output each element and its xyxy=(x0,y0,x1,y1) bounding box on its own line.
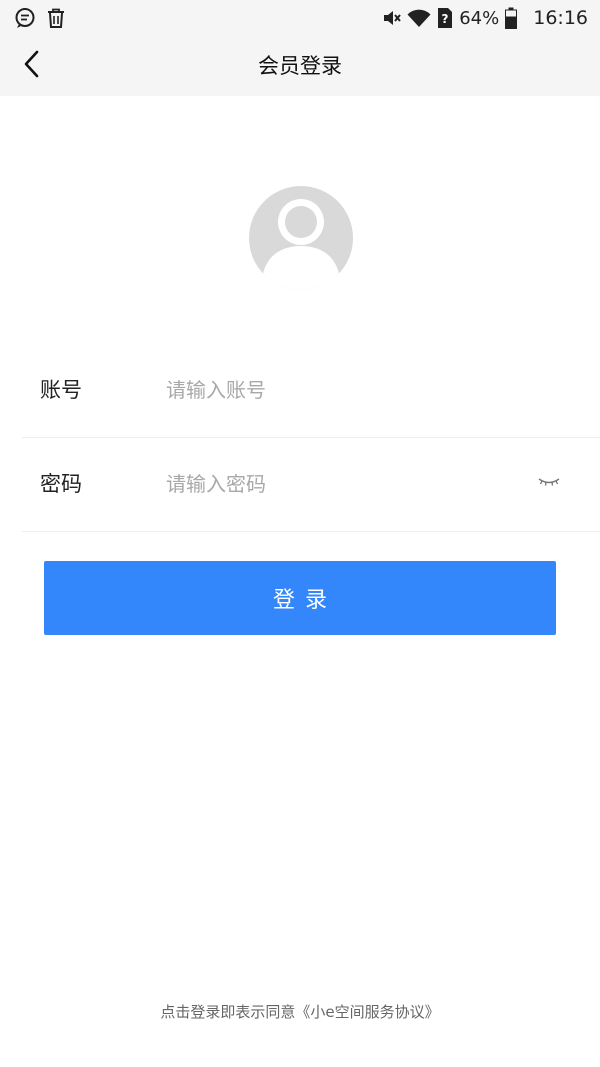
trash-icon xyxy=(46,7,66,29)
password-row: 密码 xyxy=(22,437,600,532)
mute-icon xyxy=(381,8,401,28)
svg-text:?: ? xyxy=(442,12,449,26)
battery-icon xyxy=(505,7,518,29)
status-bar-right: ? 64% 16:16 xyxy=(381,7,588,29)
nav-bar: 会员登录 xyxy=(0,36,600,96)
sim-unknown-icon: ? xyxy=(437,7,453,29)
message-icon xyxy=(14,7,36,29)
account-label: 账号 xyxy=(40,378,82,402)
wifi-icon xyxy=(407,8,431,28)
default-avatar-icon xyxy=(249,186,353,290)
password-label: 密码 xyxy=(40,472,82,496)
battery-percent: 64% xyxy=(459,7,500,29)
agreement-prefix: 点击登录即表示同意 xyxy=(160,1003,296,1021)
login-button[interactable]: 登录 xyxy=(44,561,556,635)
eye-closed-icon[interactable] xyxy=(536,474,562,492)
status-bar-left xyxy=(14,7,66,29)
password-input[interactable] xyxy=(166,464,506,504)
agreement-text: 点击登录即表示同意《小e空间服务协议》 xyxy=(0,1001,600,1022)
clock-time: 16:16 xyxy=(533,7,588,29)
account-row: 账号 xyxy=(22,343,600,438)
page-title: 会员登录 xyxy=(258,54,342,78)
status-bar: ? 64% 16:16 xyxy=(0,0,600,36)
account-input[interactable] xyxy=(166,370,506,410)
service-agreement-link[interactable]: 《小e空间服务协议》 xyxy=(295,1003,439,1021)
